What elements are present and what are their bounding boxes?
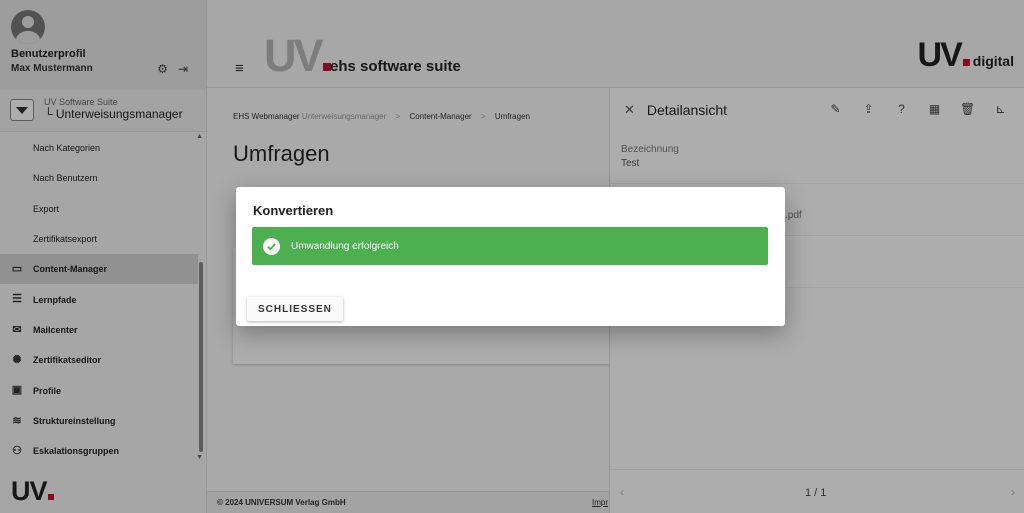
check-circle-icon: [263, 237, 280, 255]
close-button[interactable]: SCHLIESSEN: [247, 297, 343, 321]
success-message: Umwandlung erfolgreich: [291, 240, 399, 252]
convert-dialog: Konvertieren Umwandlung erfolgreich SCHL…: [236, 187, 785, 326]
dialog-title: Konvertieren: [253, 203, 334, 218]
success-alert: Umwandlung erfolgreich: [252, 227, 768, 265]
